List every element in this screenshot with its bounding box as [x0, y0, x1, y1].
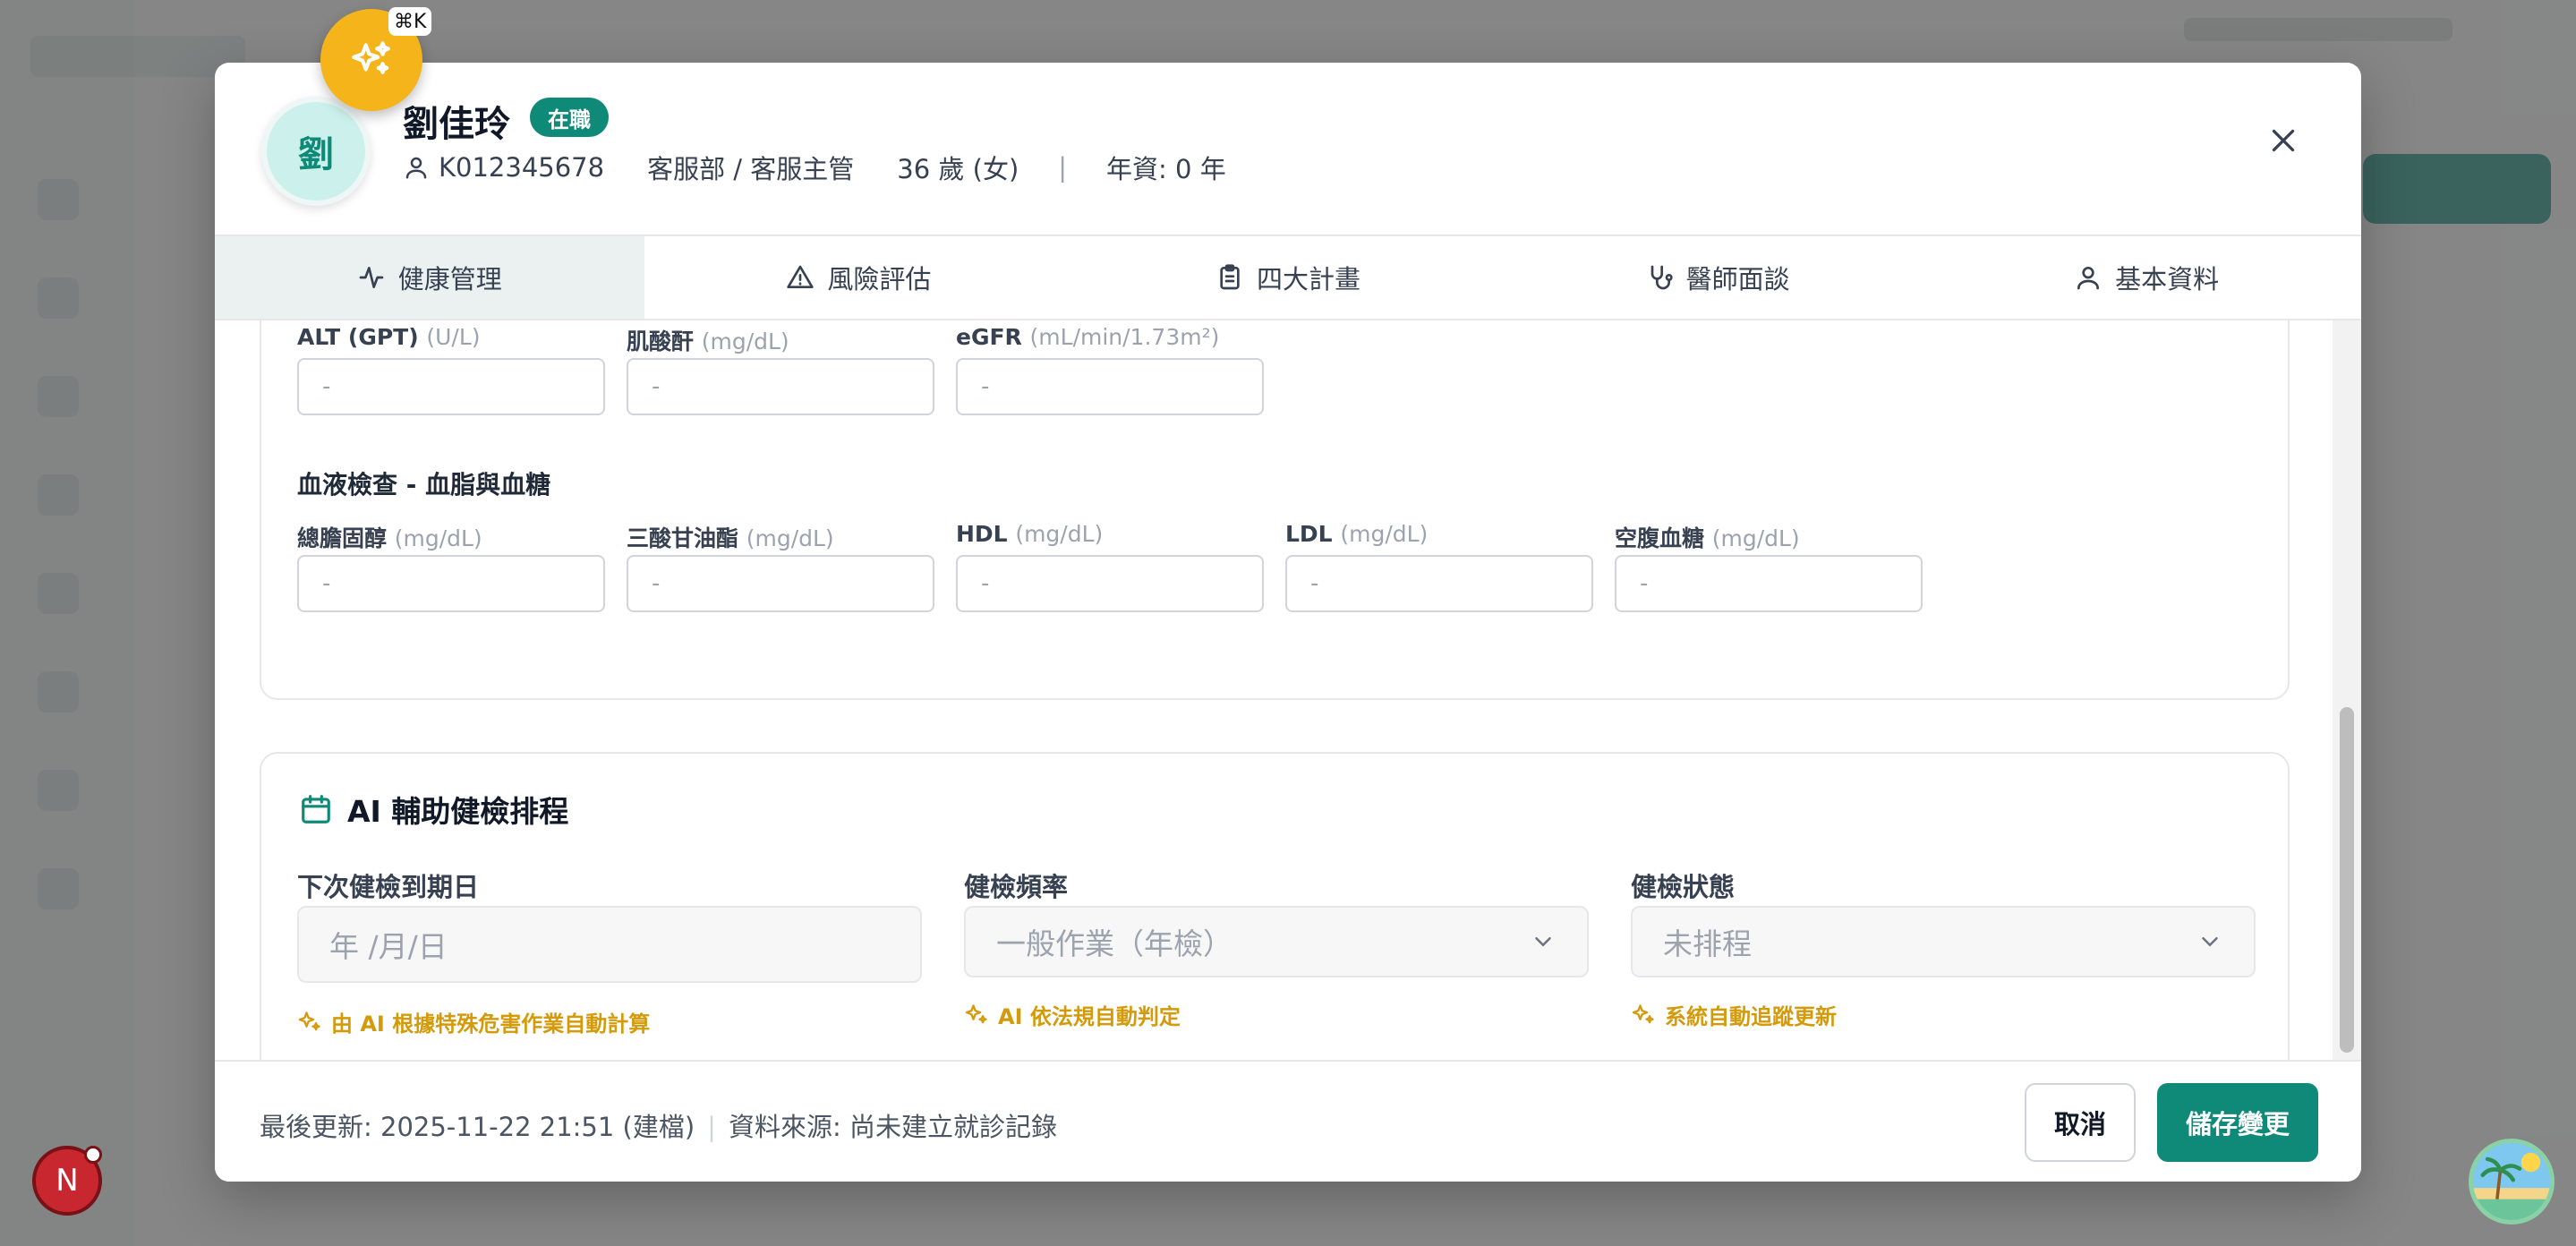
tab-risk-assessment[interactable]: 風險評估: [644, 236, 1074, 319]
shortcut-badge: ⌘K: [388, 7, 432, 36]
employee-tenure: 年資: 0 年: [1106, 154, 1226, 184]
fasting-glucose-label: 空腹血糖 (mg/dL): [1615, 525, 1800, 551]
ai-schedule-title: AI 輔助健檢排程: [299, 788, 568, 831]
ldl-input[interactable]: -: [1285, 555, 1593, 612]
alt-label: ALT (GPT) (U/L): [297, 324, 481, 350]
frequency-label: 健檢頻率: [964, 872, 1069, 902]
footer-separator: |: [707, 1112, 716, 1142]
employee-id: K012345678: [439, 152, 605, 183]
tab-label: 四大計畫: [1256, 264, 1361, 294]
status-select[interactable]: 未排程: [1631, 906, 2256, 977]
tab-health-management[interactable]: 健康管理: [215, 236, 644, 319]
scrollbar[interactable]: [2333, 320, 2361, 1122]
sparkle-icon: [1632, 1003, 1654, 1023]
employee-name: 劉佳玲: [403, 104, 510, 145]
next-date-placeholder: 年 /月/日: [329, 929, 448, 964]
hdl-label: HDL (mg/dL): [956, 521, 1104, 547]
employee-meta: K012345678 客服部 / 客服主管 36 歲 (女) | 年資: 0 年: [403, 149, 1226, 186]
chevron-down-icon: [1535, 937, 1551, 947]
tab-label: 健康管理: [397, 264, 502, 294]
ldl-label: LDL (mg/dL): [1285, 521, 1429, 547]
egfr-input[interactable]: -: [956, 358, 1264, 415]
scrollbar-thumb[interactable]: [2340, 707, 2354, 1053]
close-button[interactable]: [2261, 118, 2306, 163]
last-updated: 最後更新: 2025-11-22 21:51 (建檔): [260, 1112, 695, 1142]
frequency-value: 一般作業（年檢）: [996, 926, 1233, 961]
save-button[interactable]: 儲存變更: [2157, 1083, 2318, 1162]
status-value: 未排程: [1663, 926, 1752, 961]
modal-footer: 最後更新: 2025-11-22 21:51 (建檔) | 資料來源: 尚未建立就診…: [215, 1060, 2361, 1182]
hdl-input[interactable]: -: [956, 555, 1264, 612]
egfr-label: eGFR (mL/min/1.73m²): [956, 324, 1220, 350]
triglyceride-input[interactable]: -: [627, 555, 934, 612]
tab-four-plans[interactable]: 四大計畫: [1073, 236, 1503, 319]
tab-label: 醫師面談: [1685, 264, 1790, 294]
fasting-glucose-input[interactable]: -: [1615, 555, 1923, 612]
lipids-section-title: 血液檢查 - 血脂與血糖: [297, 470, 551, 499]
tab-basic-info[interactable]: 基本資料: [1932, 236, 2361, 319]
employee-health-modal: 劉 劉佳玲 在職 K012345678 客服部 / 客服主管 36 歲 (女) …: [215, 63, 2361, 1182]
blood-test-card: ALT (GPT) (U/L) - 肌酸酐 (mg/dL) - eGFR (mL…: [260, 320, 2290, 700]
frequency-hint: AI 依法規自動判定: [964, 999, 1181, 1030]
cancel-button[interactable]: 取消: [2025, 1083, 2136, 1162]
nextjs-badge-dot: [84, 1146, 102, 1164]
avatar: 劉: [261, 97, 371, 206]
calendar-icon: [302, 795, 330, 824]
person-icon: [405, 157, 427, 179]
status-label: 健檢狀態: [1631, 872, 1736, 902]
sparkles-icon: [352, 41, 390, 74]
next-date-hint: 由 AI 根據特殊危害作業自動計算: [297, 1006, 650, 1037]
alt-input[interactable]: -: [297, 358, 605, 415]
employee-age-gender: 36 歲 (女): [897, 154, 1019, 184]
creatinine-label: 肌酸酐 (mg/dL): [627, 329, 789, 354]
modal-content[interactable]: ALT (GPT) (U/L) - 肌酸酐 (mg/dL) - eGFR (mL…: [215, 320, 2361, 1122]
tab-label: 風險評估: [827, 264, 932, 294]
chevron-down-icon: [2202, 937, 2218, 947]
activity-icon: [359, 267, 384, 288]
user-icon: [2077, 267, 2100, 290]
tab-label: 基本資料: [2115, 264, 2220, 294]
next-date-label: 下次健檢到期日: [297, 872, 480, 902]
next-date-input[interactable]: 年 /月/日: [297, 906, 922, 983]
creatinine-input[interactable]: -: [627, 358, 934, 415]
modal-header: 劉 劉佳玲 在職 K012345678 客服部 / 客服主管 36 歲 (女) …: [215, 63, 2361, 236]
data-source: 資料來源: 尚未建立就診記錄: [728, 1112, 1057, 1142]
clipboard-icon: [1220, 264, 1240, 290]
sparkle-icon: [298, 1011, 320, 1030]
triglyceride-label: 三酸甘油酯 (mg/dL): [627, 525, 834, 551]
tab-bar: 健康管理 風險評估 四大計畫 醫師面談 基本資料: [215, 236, 2361, 320]
tab-doctor-interview[interactable]: 醫師面談: [1503, 236, 1932, 319]
sparkle-icon: [965, 1003, 987, 1023]
footer-info: 最後更新: 2025-11-22 21:51 (建檔) | 資料來源: 尚未建立就診…: [260, 1106, 1057, 1144]
close-icon: [2272, 129, 2295, 152]
stethoscope-icon: [1651, 265, 1673, 290]
frequency-select[interactable]: 一般作業（年檢）: [964, 906, 1589, 977]
ai-schedule-card: AI 輔助健檢排程 下次健檢到期日 年 /月/日 由 AI 根據特殊危害作業自動…: [260, 752, 2290, 1078]
meta-separator: |: [1058, 152, 1068, 183]
status-badge: 在職: [530, 98, 609, 137]
beach-avatar-button[interactable]: [2469, 1139, 2555, 1225]
total-cholesterol-label: 總膽固醇 (mg/dL): [297, 525, 482, 551]
beach-icon: [2473, 1143, 2550, 1220]
warning-triangle-icon: [787, 265, 815, 288]
employee-department: 客服部 / 客服主管: [647, 154, 855, 184]
status-hint: 系統自動追蹤更新: [1631, 999, 1837, 1030]
total-cholesterol-input[interactable]: -: [297, 555, 605, 612]
